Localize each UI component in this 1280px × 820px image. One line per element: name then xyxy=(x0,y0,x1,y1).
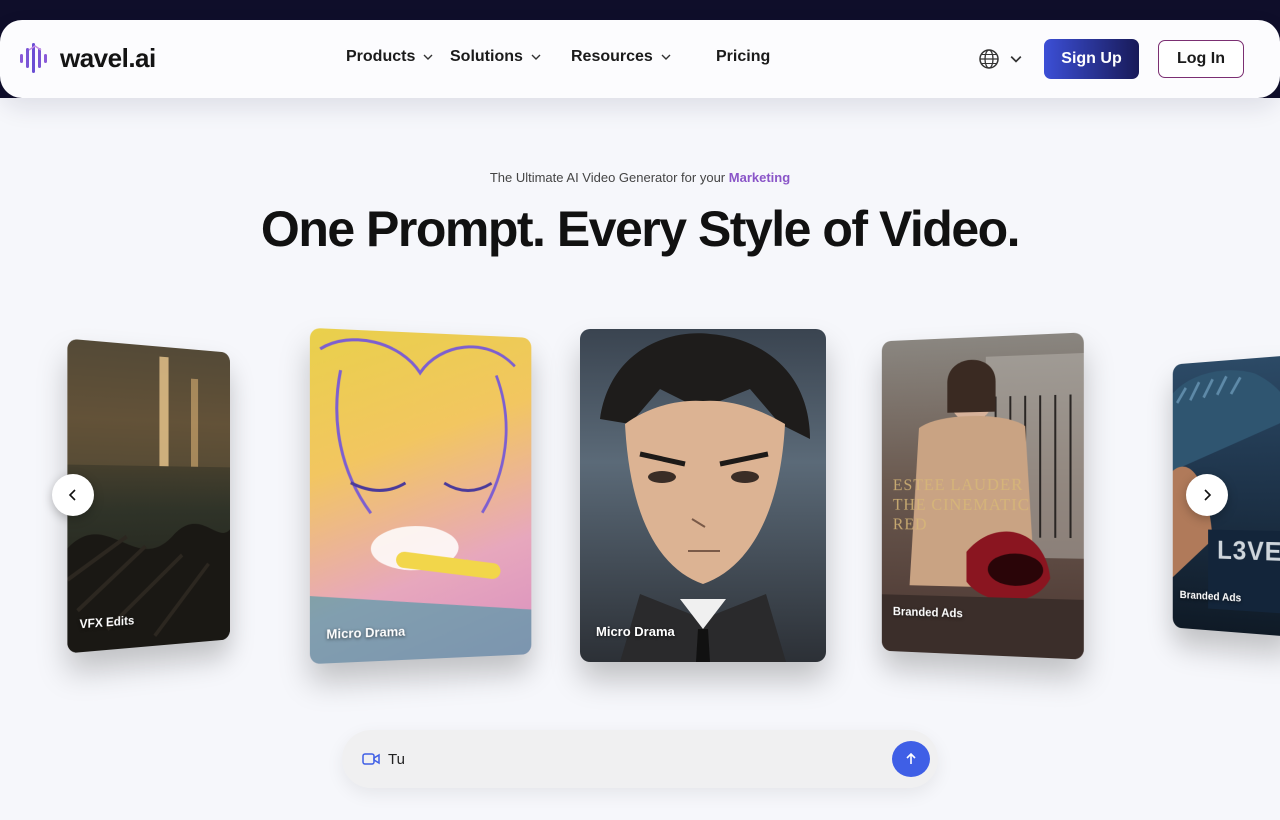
card-overlay-text: L3VEL xyxy=(1217,534,1280,568)
card-label: Micro Drama xyxy=(596,624,675,639)
signup-button[interactable]: Sign Up xyxy=(1044,39,1139,79)
carousel-prev-button[interactable] xyxy=(52,474,94,516)
chevron-down-icon xyxy=(423,54,433,60)
brand-logo[interactable]: wavel.ai xyxy=(18,42,156,74)
card-label: Branded Ads xyxy=(892,604,963,621)
chevron-right-icon xyxy=(1204,489,1212,501)
brand-name: wavel.ai xyxy=(60,42,156,73)
card-artwork xyxy=(600,333,810,662)
nav-resources-label: Resources xyxy=(571,48,653,65)
prompt-input[interactable] xyxy=(388,748,858,770)
nav-resources[interactable]: Resources xyxy=(571,48,681,66)
card-label: Micro Drama xyxy=(326,623,406,642)
carousel-card-branded-ads-1[interactable]: ESTEE LAUDER THE CINEMATIC RED Branded A… xyxy=(881,332,1084,660)
navbar: wavel.ai Products Solutions Resources Pr… xyxy=(0,20,1280,98)
send-button[interactable] xyxy=(892,741,930,777)
nav-solutions[interactable]: Solutions xyxy=(450,48,550,66)
carousel-card-micro-drama-1[interactable]: Micro Drama xyxy=(309,327,532,665)
language-selector[interactable] xyxy=(978,48,1022,70)
hero-headline: One Prompt. Every Style of Video. xyxy=(260,201,1021,257)
chevron-down-icon xyxy=(1010,56,1022,63)
hero-eyebrow-highlight: Marketing xyxy=(728,170,791,185)
nav-products[interactable]: Products xyxy=(346,48,436,66)
carousel-next-button[interactable] xyxy=(1186,474,1228,516)
card-overlay-text: ESTEE LAUDER THE CINEMATIC RED xyxy=(892,474,1031,534)
card-artwork xyxy=(309,328,532,665)
chevron-down-icon xyxy=(661,54,671,60)
nav-pricing-label: Pricing xyxy=(716,48,771,65)
nav-pricing[interactable]: Pricing xyxy=(716,48,786,66)
hero-eyebrow: The Ultimate AI Video Generator for your… xyxy=(0,170,1280,185)
arrow-up-icon xyxy=(906,753,916,764)
globe-icon xyxy=(979,49,999,69)
prompt-bar xyxy=(342,730,938,788)
carousel-card-micro-drama-2[interactable]: Micro Drama xyxy=(580,329,826,662)
nav-solutions-label: Solutions xyxy=(450,48,523,65)
nav-products-label: Products xyxy=(346,48,416,65)
login-button[interactable]: Log In xyxy=(1158,40,1244,78)
chevron-left-icon xyxy=(68,489,76,501)
video-camera-icon xyxy=(362,753,380,765)
hero-eyebrow-text: The Ultimate AI Video Generator for your xyxy=(489,170,726,185)
chevron-down-icon xyxy=(531,54,541,60)
logo-icon xyxy=(20,43,47,73)
